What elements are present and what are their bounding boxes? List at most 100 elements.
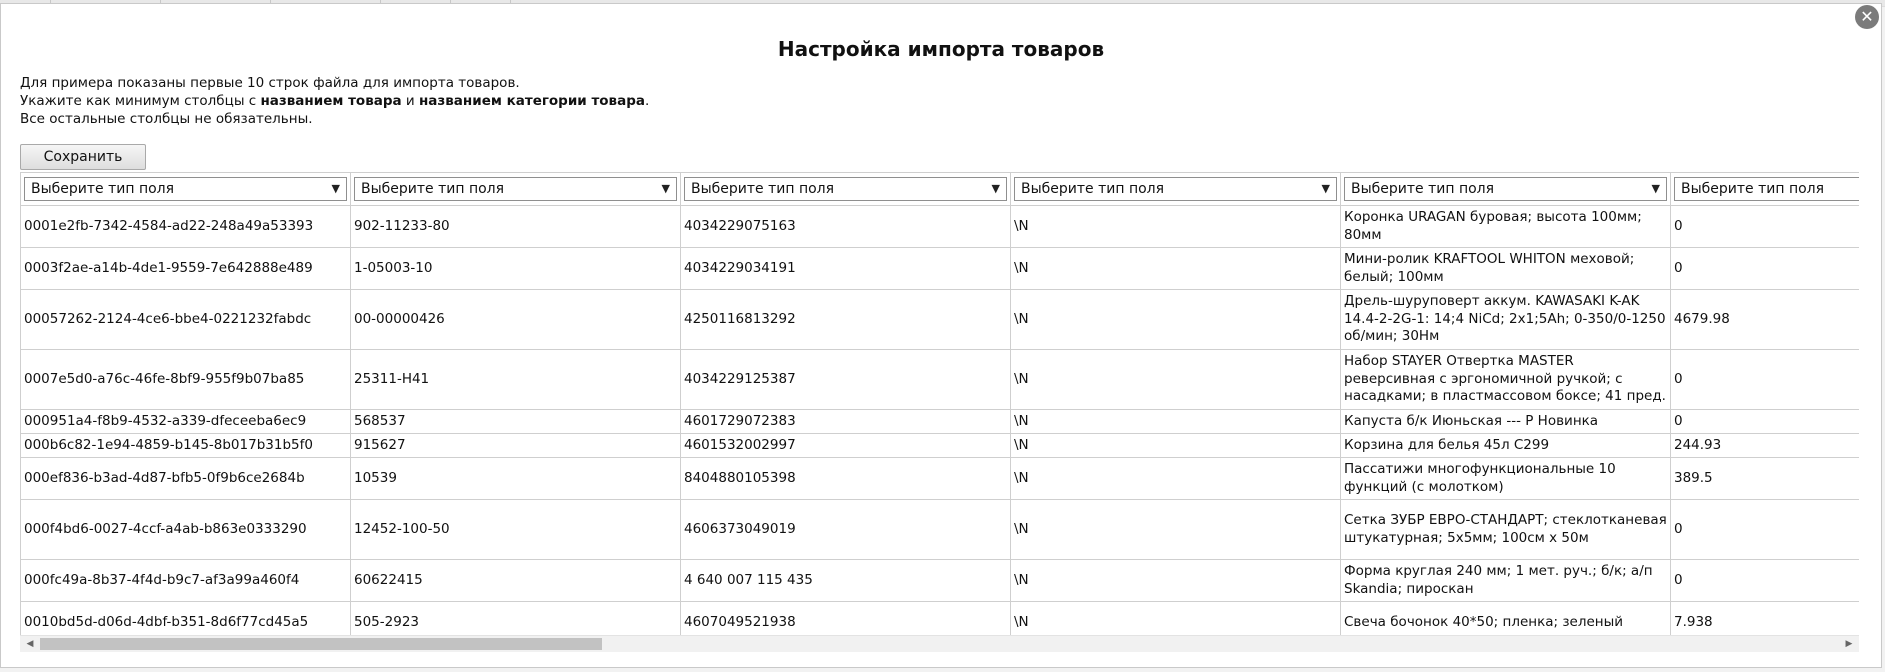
column-header: Выберите тип поля ▼: [350, 172, 681, 206]
table-cell: 000fc49a-8b37-4f4d-b9c7-af3a99a460f4: [20, 559, 351, 602]
table-cell: 4601532002997: [680, 433, 1011, 458]
scroll-right-icon[interactable]: ▶: [1841, 636, 1857, 652]
intro-line-3: Все остальные столбцы не обязательны.: [20, 111, 313, 127]
table-cell: \N: [1010, 247, 1341, 290]
horizontal-scrollbar[interactable]: ◀ ▶: [20, 635, 1859, 652]
table-cell: 60622415: [350, 559, 681, 602]
table-row: 0007e5d0-a76c-46fe-8bf9-955f9b07ba85 2531…: [20, 349, 1859, 410]
table-cell: Пассатижи многофункциональные 10 функций…: [1340, 457, 1671, 500]
table-cell: \N: [1010, 457, 1341, 500]
field-type-select[interactable]: Выберите тип поля ▼: [354, 177, 677, 201]
dropdown-arrow-icon: ▼: [1651, 182, 1660, 195]
table-cell: \N: [1010, 409, 1341, 434]
table-cell: \N: [1010, 499, 1341, 560]
table-cell: 4607049521938: [680, 601, 1011, 638]
table-cell: 0001e2fb-7342-4584-ad22-248a49a53393: [20, 205, 351, 248]
table-cell: 4606373049019: [680, 499, 1011, 560]
table-row: 00057262-2124-4ce6-bbe4-0221232fabdc 00-0…: [20, 289, 1859, 350]
table-cell: 0: [1670, 349, 1859, 410]
table-cell: \N: [1010, 289, 1341, 350]
table-cell: 000f4bd6-0027-4ccf-a4ab-b863e0333290: [20, 499, 351, 560]
scrollbar-thumb[interactable]: [40, 638, 602, 650]
dialog-title: Настройка импорта товаров: [777, 37, 1105, 61]
import-preview-table: Выберите тип поля ▼ Выберите тип поля ▼ Вы…: [20, 172, 1859, 638]
intro-emphasis-category-name: названием категории товара: [418, 93, 645, 109]
table-cell: Мини-ролик KRAFTOOL WHITON меховой; белы…: [1340, 247, 1671, 290]
table-row: 000951a4-f8b9-4532-a339-dfeceeba6ec9 5685…: [20, 409, 1859, 434]
field-type-select[interactable]: Выберите тип поля ▼: [24, 177, 347, 201]
field-type-select-value: Выберите тип поля: [1021, 181, 1165, 197]
table-cell: Сетка ЗУБР ЕВРО-СТАНДАРТ; стеклотканевая…: [1340, 499, 1671, 560]
table-row: 000f4bd6-0027-4ccf-a4ab-b863e0333290 1245…: [20, 499, 1859, 560]
table-cell: 4679.98: [1670, 289, 1859, 350]
table-cell: Корзина для белья 45л С299: [1340, 433, 1671, 458]
table-cell: 4034229075163: [680, 205, 1011, 248]
column-header: Выберите тип поля ▼: [1340, 172, 1671, 206]
table-cell: 0: [1670, 247, 1859, 290]
table-cell: 00057262-2124-4ce6-bbe4-0221232fabdc: [20, 289, 351, 350]
table-cell: 000b6c82-1e94-4859-b145-8b017b31b5f0: [20, 433, 351, 458]
intro-line-1: Для примера показаны первые 10 строк фай…: [20, 75, 520, 91]
field-type-select-value: Выберите тип поля: [691, 181, 835, 197]
table-cell: 0010bd5d-d06d-4dbf-b351-8d6f77cd45a5: [20, 601, 351, 638]
import-preview-table-container[interactable]: Выберите тип поля ▼ Выберите тип поля ▼ Вы…: [20, 172, 1859, 638]
save-button[interactable]: Сохранить: [20, 144, 146, 170]
field-type-select-value: Выберите тип поля: [1351, 181, 1495, 197]
field-type-select[interactable]: Выберите тип поля ▼: [684, 177, 1007, 201]
intro-emphasis-product-name: названием товара: [260, 93, 402, 109]
table-cell: 915627: [350, 433, 681, 458]
table-cell: 0: [1670, 409, 1859, 434]
table-cell: 389.5: [1670, 457, 1859, 500]
table-cell: Капуста б/к Июньская --- Р Новинка: [1340, 409, 1671, 434]
table-cell: 4034229034191: [680, 247, 1011, 290]
table-row: 0003f2ae-a14b-4de1-9559-7e642888e489 1-05…: [20, 247, 1859, 290]
intro-text-part: .: [644, 93, 650, 109]
table-cell: 8404880105398: [680, 457, 1011, 500]
dropdown-arrow-icon: ▼: [1321, 182, 1330, 195]
table-cell: 568537: [350, 409, 681, 434]
table-cell: 0003f2ae-a14b-4de1-9559-7e642888e489: [20, 247, 351, 290]
import-settings-dialog: ✕ Настройка импорта товаров Для примера …: [0, 3, 1882, 668]
table-cell: 4250116813292: [680, 289, 1011, 350]
table-cell: \N: [1010, 601, 1341, 638]
field-type-select-value: Выберите тип поля: [1681, 181, 1825, 197]
dropdown-arrow-icon: ▼: [331, 182, 340, 195]
dropdown-arrow-icon: ▼: [991, 182, 1000, 195]
column-header: Выберите тип поля ▼: [1010, 172, 1341, 206]
table-cell: Форма круглая 240 мм; 1 мет. руч.; б/к; …: [1340, 559, 1671, 602]
intro-text-part: и: [401, 93, 419, 109]
field-type-select[interactable]: Выберите тип поля ▼: [1344, 177, 1667, 201]
column-header: Выберите тип поля ▼: [680, 172, 1011, 206]
scroll-left-icon[interactable]: ◀: [22, 636, 38, 652]
column-header: Выберите тип поля ▼: [20, 172, 351, 206]
column-header: Выберите тип поля▼: [1670, 172, 1859, 206]
table-cell: 1-05003-10: [350, 247, 681, 290]
table-cell: 25311-H41: [350, 349, 681, 410]
dropdown-arrow-icon: ▼: [661, 182, 670, 195]
table-cell: 244.93: [1670, 433, 1859, 458]
table-cell: 902-11233-80: [350, 205, 681, 248]
table-cell: 0: [1670, 205, 1859, 248]
field-type-select[interactable]: Выберите тип поля ▼: [1014, 177, 1337, 201]
table-cell: \N: [1010, 559, 1341, 602]
table-row: 000b6c82-1e94-4859-b145-8b017b31b5f0 9156…: [20, 433, 1859, 458]
table-cell: 4034229125387: [680, 349, 1011, 410]
table-cell: 4 640 007 115 435: [680, 559, 1011, 602]
table-cell: 0: [1670, 559, 1859, 602]
table-cell: 505-2923: [350, 601, 681, 638]
table-row: 000fc49a-8b37-4f4d-b9c7-af3a99a460f4 6062…: [20, 559, 1859, 602]
table-cell: 0007e5d0-a76c-46fe-8bf9-955f9b07ba85: [20, 349, 351, 410]
table-cell: 4601729072383: [680, 409, 1011, 434]
field-type-select-value: Выберите тип поля: [361, 181, 505, 197]
table-cell: Дрель-шуруповерт аккум. KAWASAKI K-AK 14…: [1340, 289, 1671, 350]
table-row: 0001e2fb-7342-4584-ad22-248a49a53393 902-…: [20, 205, 1859, 248]
field-type-header-row: Выберите тип поля ▼ Выберите тип поля ▼ Вы…: [20, 172, 1859, 206]
field-type-select[interactable]: Выберите тип поля▼: [1674, 177, 1859, 201]
table-cell: \N: [1010, 349, 1341, 410]
field-type-select-value: Выберите тип поля: [31, 181, 175, 197]
close-icon[interactable]: ✕: [1855, 5, 1879, 29]
table-cell: 7.938: [1670, 601, 1859, 638]
table-row: 000ef836-b3ad-4d87-bfb5-0f9b6ce2684b 1053…: [20, 457, 1859, 500]
table-cell: 000951a4-f8b9-4532-a339-dfeceeba6ec9: [20, 409, 351, 434]
table-cell: 0: [1670, 499, 1859, 560]
